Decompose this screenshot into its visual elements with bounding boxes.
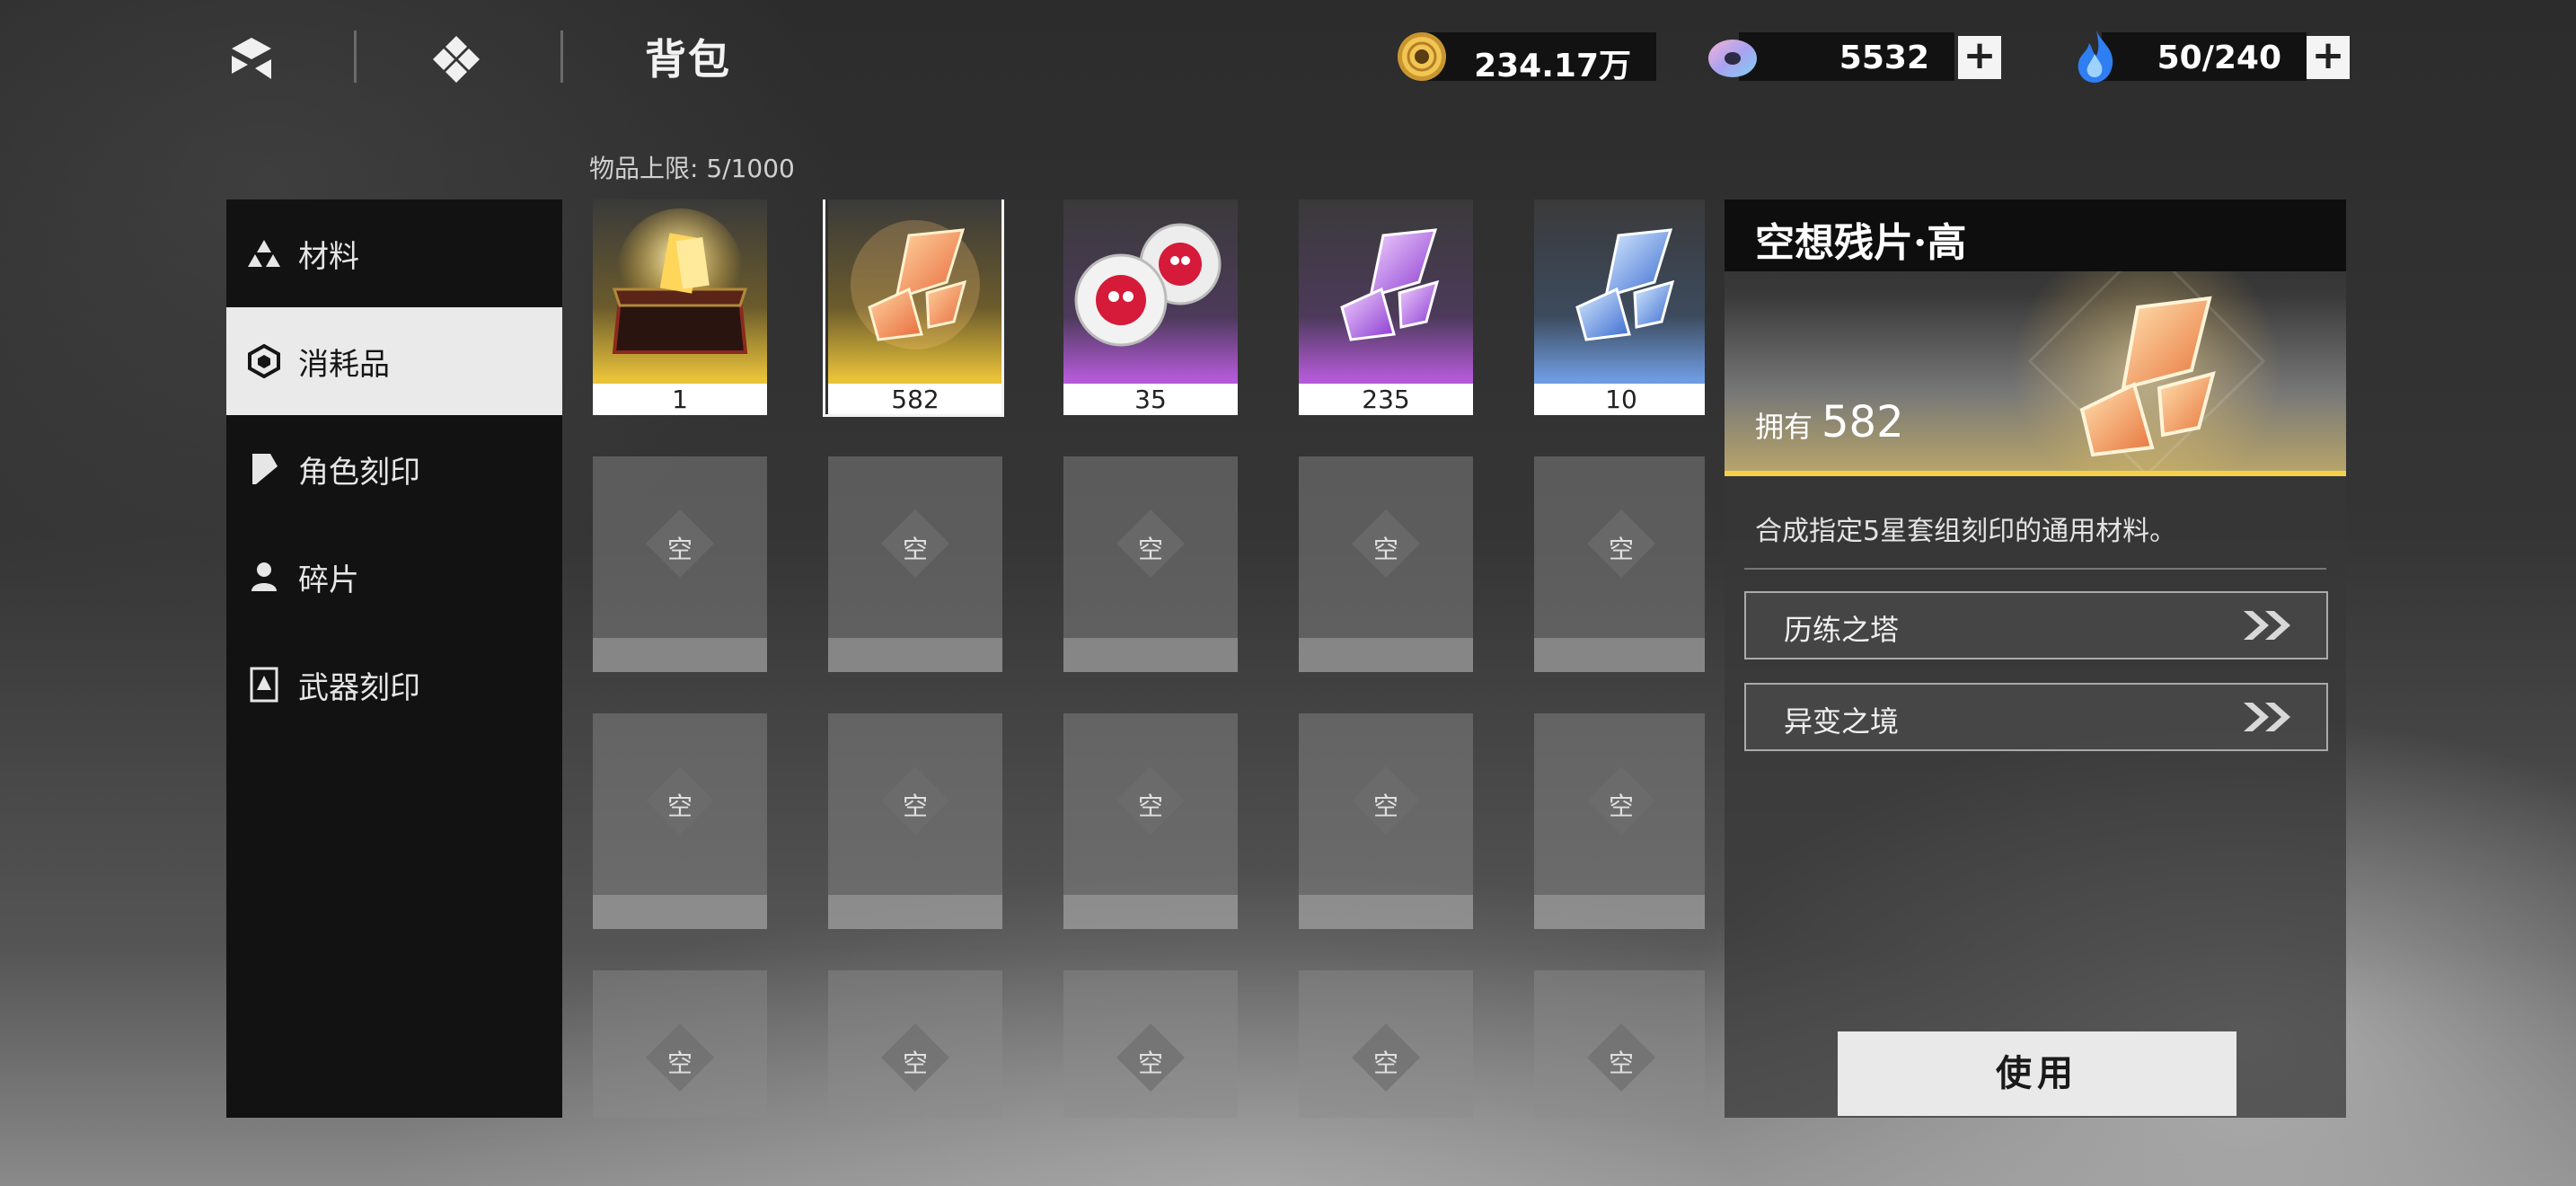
sidebar-item-fragments[interactable]: 碎片 [226, 523, 562, 631]
page-title: 背包 [645, 35, 731, 84]
empty-label: 空 [1372, 535, 1398, 564]
gold-coin-icon [1398, 32, 1446, 81]
source-label: 历练之塔 [1784, 613, 1900, 647]
item-slot-fantasy-shard-high[interactable]: 582 [823, 199, 1004, 417]
skull-orbs-art [1063, 199, 1238, 379]
sidebar-item-label: 武器刻印 [298, 669, 420, 706]
golden-chest-art [593, 199, 767, 379]
sidebar-item-label: 碎片 [298, 562, 359, 598]
top-bar: 背包 234.17万 5532 + 50/240 + [0, 0, 2576, 117]
empty-slot[interactable]: 空 [1534, 713, 1705, 929]
empty-slot[interactable]: 空 [1534, 456, 1705, 672]
item-slot-skull-orbs[interactable]: 35 [1063, 199, 1238, 415]
category-sidebar: 材料 消耗品 角色刻印 碎片 武器刻印 [226, 199, 562, 1118]
item-qty: 10 [1534, 379, 1705, 415]
sidebar-item-consumables[interactable]: 消耗品 [226, 307, 562, 415]
sidebar-item-label: 角色刻印 [298, 454, 420, 491]
double-chevron-icon [2244, 703, 2290, 731]
sidebar-item-label: 消耗品 [298, 346, 390, 383]
shard-icon [246, 451, 282, 487]
item-qty: 35 [1063, 379, 1238, 415]
fantasy-shard-blue-art [1534, 199, 1705, 379]
item-description: 合成指定5星套组刻印的通用材料。 [1755, 516, 2177, 547]
empty-slot[interactable]: 空 [1299, 456, 1473, 672]
gold-value: 234.17万 [1474, 48, 1631, 84]
rarity-line [1725, 471, 2346, 476]
empty-label: 空 [1372, 792, 1398, 821]
item-qty: 582 [828, 379, 1002, 415]
menu-diamond-icon[interactable] [429, 32, 483, 86]
item-slot-golden-chest[interactable]: 1 [593, 199, 767, 415]
add-stamina-button[interactable]: + [2307, 36, 2350, 79]
separator [354, 31, 357, 83]
sidebar-item-materials[interactable]: 材料 [226, 199, 562, 307]
empty-slot[interactable]: 空 [1299, 713, 1473, 929]
owned-count: 拥有 582 [1755, 397, 1904, 447]
sidebar-item-label: 材料 [298, 238, 359, 275]
use-button[interactable]: 使用 [1838, 1031, 2236, 1116]
empty-slot[interactable]: 空 [1299, 970, 1473, 1118]
empty-label: 空 [1137, 535, 1163, 564]
owned-value: 582 [1822, 397, 1904, 447]
owned-label: 拥有 [1755, 410, 1813, 444]
source-button-anomaly[interactable]: 异变之境 [1744, 683, 2328, 751]
stamina-resource: 50/240 [2078, 31, 2307, 83]
fantasy-shard-high-art [828, 199, 1002, 379]
cube-icon [246, 343, 282, 379]
item-detail-hero: 空想残片·高 拥有 582 [1725, 199, 2346, 474]
person-icon [246, 559, 282, 595]
add-crystal-button[interactable]: + [1958, 36, 2001, 79]
blue-flame-icon [2078, 31, 2113, 83]
empty-slot[interactable]: 空 [593, 456, 767, 672]
item-slot-fantasy-shard-blue[interactable]: 10 [1534, 199, 1705, 415]
home-logo-icon[interactable] [225, 32, 278, 86]
fantasy-shard-purple-art [1299, 199, 1473, 379]
double-chevron-icon [2244, 611, 2290, 640]
empty-label: 空 [1608, 792, 1634, 821]
item-qty: 1 [593, 379, 767, 415]
divider [1744, 568, 2326, 570]
crystal-icon [1708, 40, 1757, 77]
item-slot-fantasy-shard-purple[interactable]: 235 [1299, 199, 1473, 415]
source-button-tower[interactable]: 历练之塔 [1744, 591, 2328, 659]
empty-slot[interactable]: 空 [1063, 713, 1238, 929]
empty-label: 空 [902, 792, 928, 821]
empty-slot[interactable]: 空 [828, 713, 1002, 929]
empty-slot[interactable]: 空 [593, 970, 767, 1118]
item-qty: 235 [1299, 379, 1473, 415]
empty-label: 空 [1372, 1049, 1398, 1078]
empty-slot[interactable]: 空 [828, 456, 1002, 672]
crystal-resource: 5532 [1708, 32, 1954, 81]
empty-label: 空 [666, 1049, 693, 1078]
inventory-grid: 1 582 35 235 10 空 空 空 空 空 空 空 空 空 空 空 空 … [591, 199, 1705, 1118]
empty-label: 空 [666, 535, 693, 564]
sidebar-item-weapon-imprint[interactable]: 武器刻印 [226, 631, 562, 739]
empty-label: 空 [1137, 1049, 1163, 1078]
empty-label: 空 [1137, 792, 1163, 821]
separator [560, 31, 563, 83]
empty-label: 空 [1608, 1049, 1634, 1078]
item-title: 空想残片·高 [1755, 220, 1967, 266]
crystal-value: 5532 [1839, 40, 1929, 76]
empty-label: 空 [1608, 535, 1634, 564]
empty-label: 空 [666, 792, 693, 821]
item-detail-panel: 空想残片·高 拥有 582 合成指定5星套组刻印的通用材料。 历练之塔 异变之境 … [1725, 199, 2346, 1118]
empty-label: 空 [902, 535, 928, 564]
empty-slot[interactable]: 空 [1534, 970, 1705, 1118]
inventory-capacity: 物品上限: 5/1000 [589, 154, 795, 183]
stamina-value: 50/240 [2157, 40, 2281, 76]
empty-label: 空 [902, 1049, 928, 1078]
empty-slot[interactable]: 空 [828, 970, 1002, 1118]
sidebar-item-character-imprint[interactable]: 角色刻印 [226, 415, 562, 523]
empty-slot[interactable]: 空 [1063, 970, 1238, 1118]
empty-slot[interactable]: 空 [593, 713, 767, 929]
card-icon [246, 667, 282, 703]
triangles-icon [246, 235, 282, 271]
source-label: 异变之境 [1784, 704, 1900, 739]
empty-slot[interactable]: 空 [1063, 456, 1238, 672]
gold-resource: 234.17万 [1398, 32, 1656, 84]
